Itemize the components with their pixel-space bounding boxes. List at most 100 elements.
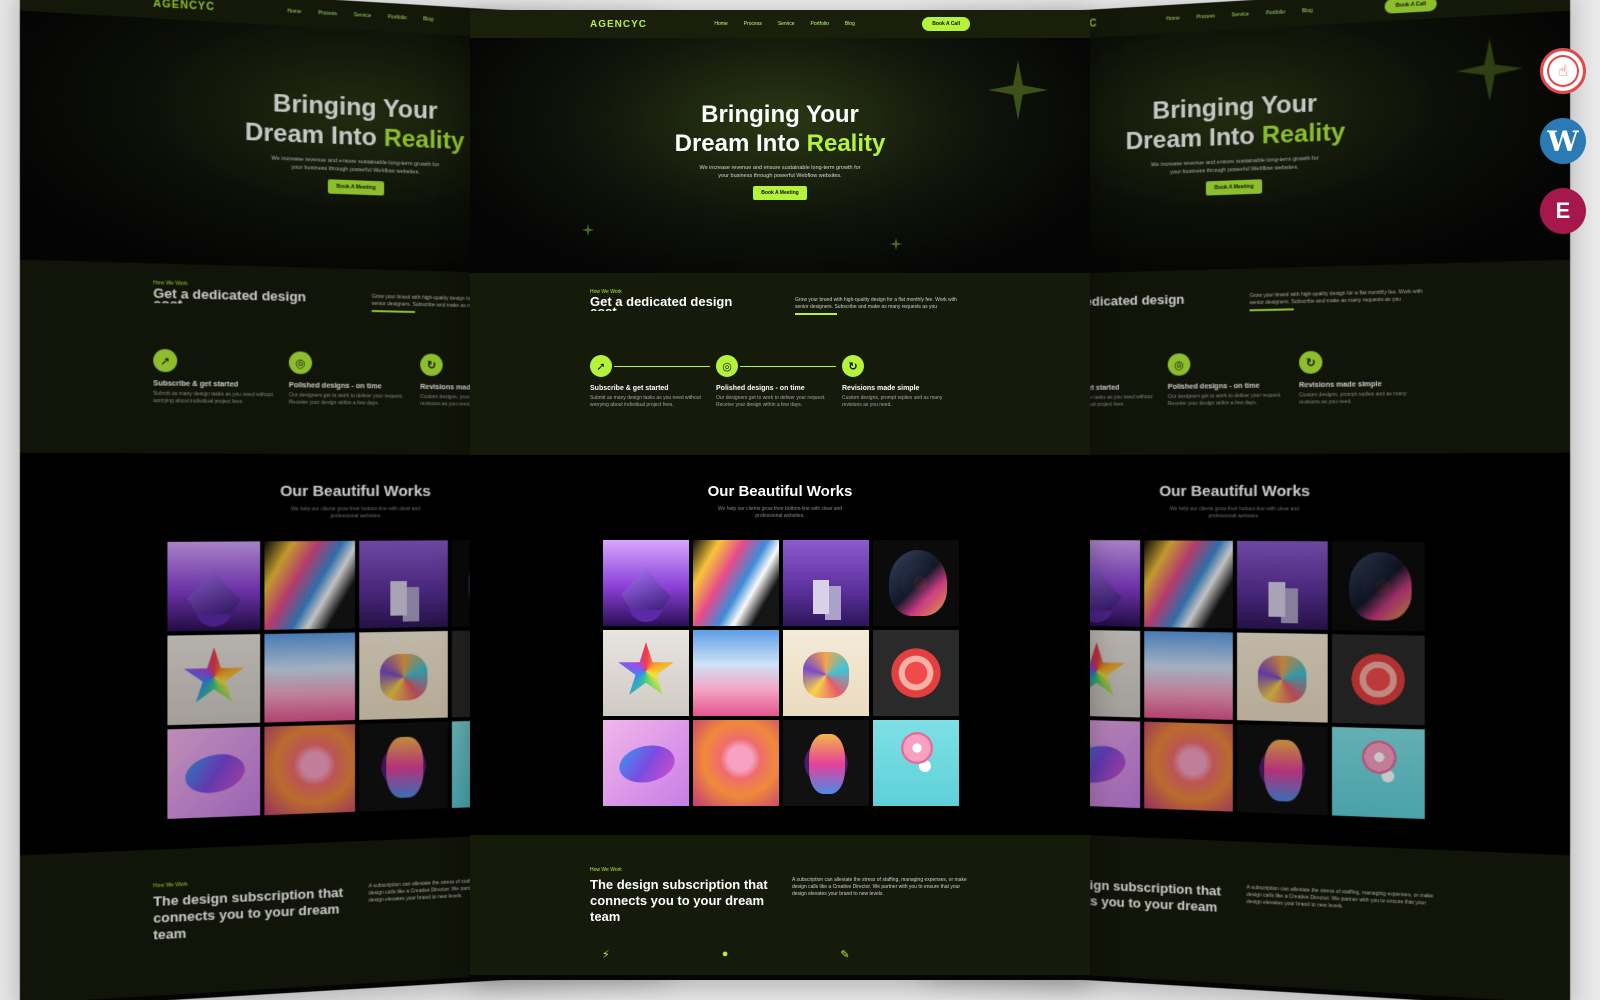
- nav-link-service[interactable]: Service: [1232, 11, 1249, 18]
- hero-title-accent: Reality: [1261, 118, 1346, 150]
- portfolio-tile[interactable]: [1331, 634, 1425, 726]
- nav-links: Home Process Service Portfolio Blog: [714, 21, 854, 27]
- step-text: Our designers get to work to deliver you…: [288, 392, 404, 407]
- book-meeting-button[interactable]: Book A Meeting: [1206, 179, 1262, 196]
- step-connector: [740, 366, 836, 367]
- accent-underline: [795, 313, 837, 315]
- feature-icons: ⚡ ● ✎: [602, 948, 850, 961]
- portfolio-tile[interactable]: [167, 541, 261, 632]
- step-2: ◎ Polished designs - on time Our designers…: [1167, 351, 1299, 408]
- design-icon: ◎: [288, 351, 313, 375]
- portfolio-tile[interactable]: [603, 540, 689, 626]
- how-we-work-section: How We Work Get a dedicated design cost.…: [470, 273, 1090, 455]
- portfolio-tile[interactable]: [1237, 724, 1328, 816]
- mockup-stage: AGENCYC Home Process Service Portfolio B…: [0, 0, 1600, 1000]
- portfolio-tile[interactable]: [167, 726, 261, 819]
- elementor-icon: E: [1540, 188, 1586, 234]
- step-text: Submit as many design tasks as you need …: [153, 390, 273, 406]
- portfolio-tile[interactable]: [359, 630, 448, 720]
- nav-link-home[interactable]: Home: [714, 21, 727, 27]
- design-icon: ◎: [1167, 353, 1191, 376]
- section-heading: Get a dedicated design cost.: [590, 297, 733, 311]
- portfolio-tile[interactable]: [359, 721, 448, 812]
- portfolio-tile[interactable]: [873, 720, 959, 806]
- webflow-icon: ●: [721, 948, 729, 960]
- subscription-desc: A subscription can alleviate the stress …: [792, 877, 967, 897]
- portfolio-tile[interactable]: [603, 630, 689, 716]
- process-steps: ➚Subscribe & get startedSubmit as many d…: [590, 355, 970, 409]
- book-call-button[interactable]: Book A Call: [1384, 0, 1437, 14]
- nav-links: Home Process Service Portfolio Blog: [287, 8, 433, 23]
- portfolio-tile[interactable]: [693, 540, 779, 626]
- book-meeting-button[interactable]: Book A Meeting: [753, 186, 807, 200]
- nav-bar: AGENCYC Home Process Service Portfolio B…: [470, 10, 1090, 38]
- hero-title-line1: Bringing Your: [273, 89, 438, 125]
- portfolio-tile[interactable]: [1144, 721, 1233, 812]
- portfolio-tile[interactable]: [603, 720, 689, 806]
- rocket-icon: ➚: [590, 355, 612, 377]
- portfolio-tile[interactable]: [167, 634, 261, 726]
- nav-link-service[interactable]: Service: [778, 21, 795, 27]
- portfolio-tile[interactable]: [783, 540, 869, 626]
- portfolio-tile[interactable]: [783, 630, 869, 716]
- nav-link-portfolio[interactable]: Portfolio: [811, 21, 829, 27]
- portfolio-tile[interactable]: [359, 540, 448, 629]
- nav-link-process[interactable]: Process: [318, 10, 337, 17]
- works-subtitle: We help our clients grow their bottom-li…: [1169, 506, 1300, 520]
- portfolio-tile[interactable]: [1237, 632, 1328, 723]
- nav-link-service[interactable]: Service: [354, 12, 371, 19]
- subscription-heading: The design subscription that connects yo…: [590, 877, 768, 924]
- section-desc: Grow your brand with high-quality design…: [795, 297, 957, 310]
- portfolio-tile[interactable]: [264, 540, 356, 630]
- bolt-icon: ⚡: [602, 949, 610, 961]
- nav-link-blog[interactable]: Blog: [423, 16, 433, 23]
- step-1: ➚Subscribe & get startedSubmit as many d…: [590, 355, 716, 409]
- nav-link-portfolio[interactable]: Portfolio: [1266, 9, 1285, 16]
- works-subtitle: We help our clients grow their bottom-li…: [717, 506, 843, 519]
- nav-link-home[interactable]: Home: [287, 8, 301, 15]
- step-title: Subscribe & get started: [590, 385, 669, 392]
- book-call-button[interactable]: Book A Call: [922, 17, 970, 31]
- nav-link-process[interactable]: Process: [744, 21, 762, 27]
- book-meeting-button[interactable]: Book A Meeting: [328, 179, 384, 196]
- portfolio-tile[interactable]: [1237, 540, 1328, 630]
- nav-link-blog[interactable]: Blog: [845, 21, 855, 27]
- portfolio-tile[interactable]: [693, 630, 779, 716]
- hero-subtitle: We increase revenue and ensure sustainab…: [1150, 155, 1319, 176]
- works-section: Our Beautiful Works We help our clients …: [470, 455, 1090, 835]
- step-title: Polished designs - on time: [716, 385, 805, 392]
- process-steps: ➚Subscribe & get startedSubmit as many d…: [1040, 349, 1437, 410]
- step-3: ↻ Revisions made simple Custom designs, pr…: [842, 355, 968, 409]
- logo[interactable]: AGENCYC: [153, 0, 215, 13]
- section-heading: Get a dedicated design cost.: [153, 288, 307, 307]
- section-desc: Grow your brand with high-quality design…: [1249, 288, 1423, 307]
- step-1: ➚Subscribe & get startedSubmit as many d…: [153, 348, 289, 407]
- portfolio-tile[interactable]: [783, 720, 869, 806]
- nav-link-portfolio[interactable]: Portfolio: [388, 14, 407, 21]
- portfolio-tile[interactable]: [693, 720, 779, 806]
- portfolio-tile[interactable]: [873, 540, 959, 626]
- edit-icon: ✎: [840, 949, 850, 961]
- portfolio-tile[interactable]: [1144, 540, 1233, 629]
- nav-link-process[interactable]: Process: [1196, 13, 1215, 20]
- nav-link-home[interactable]: Home: [1166, 15, 1180, 22]
- subscription-heading: The design subscription that connects yo…: [153, 884, 344, 943]
- portfolio-tile[interactable]: [1331, 726, 1425, 820]
- portfolio-tile[interactable]: [873, 630, 959, 716]
- portfolio-tile[interactable]: [1144, 630, 1233, 721]
- step-text: Custom designs, prompt replies and as ma…: [842, 395, 943, 408]
- portfolio-tile[interactable]: [264, 724, 356, 816]
- nav-link-blog[interactable]: Blog: [1302, 8, 1313, 15]
- step-text: Custom designs, prompt replies and as ma…: [1299, 391, 1407, 406]
- step-connector: [614, 366, 710, 367]
- hero-title-line2: Dream Into: [244, 118, 384, 152]
- portfolio-tile[interactable]: [1331, 541, 1425, 632]
- hero-title-accent: Reality: [383, 124, 465, 156]
- portfolio-tile[interactable]: [264, 632, 356, 723]
- works-title: Our Beautiful Works: [707, 483, 853, 500]
- logo[interactable]: AGENCYC: [590, 19, 647, 30]
- sparkle-icon: [890, 238, 902, 250]
- nav-links: Home Process Service Portfolio Blog: [1166, 8, 1313, 23]
- subscription-desc: A subscription can alleviate the stress …: [1246, 884, 1434, 910]
- hero-title-accent: Reality: [806, 130, 886, 157]
